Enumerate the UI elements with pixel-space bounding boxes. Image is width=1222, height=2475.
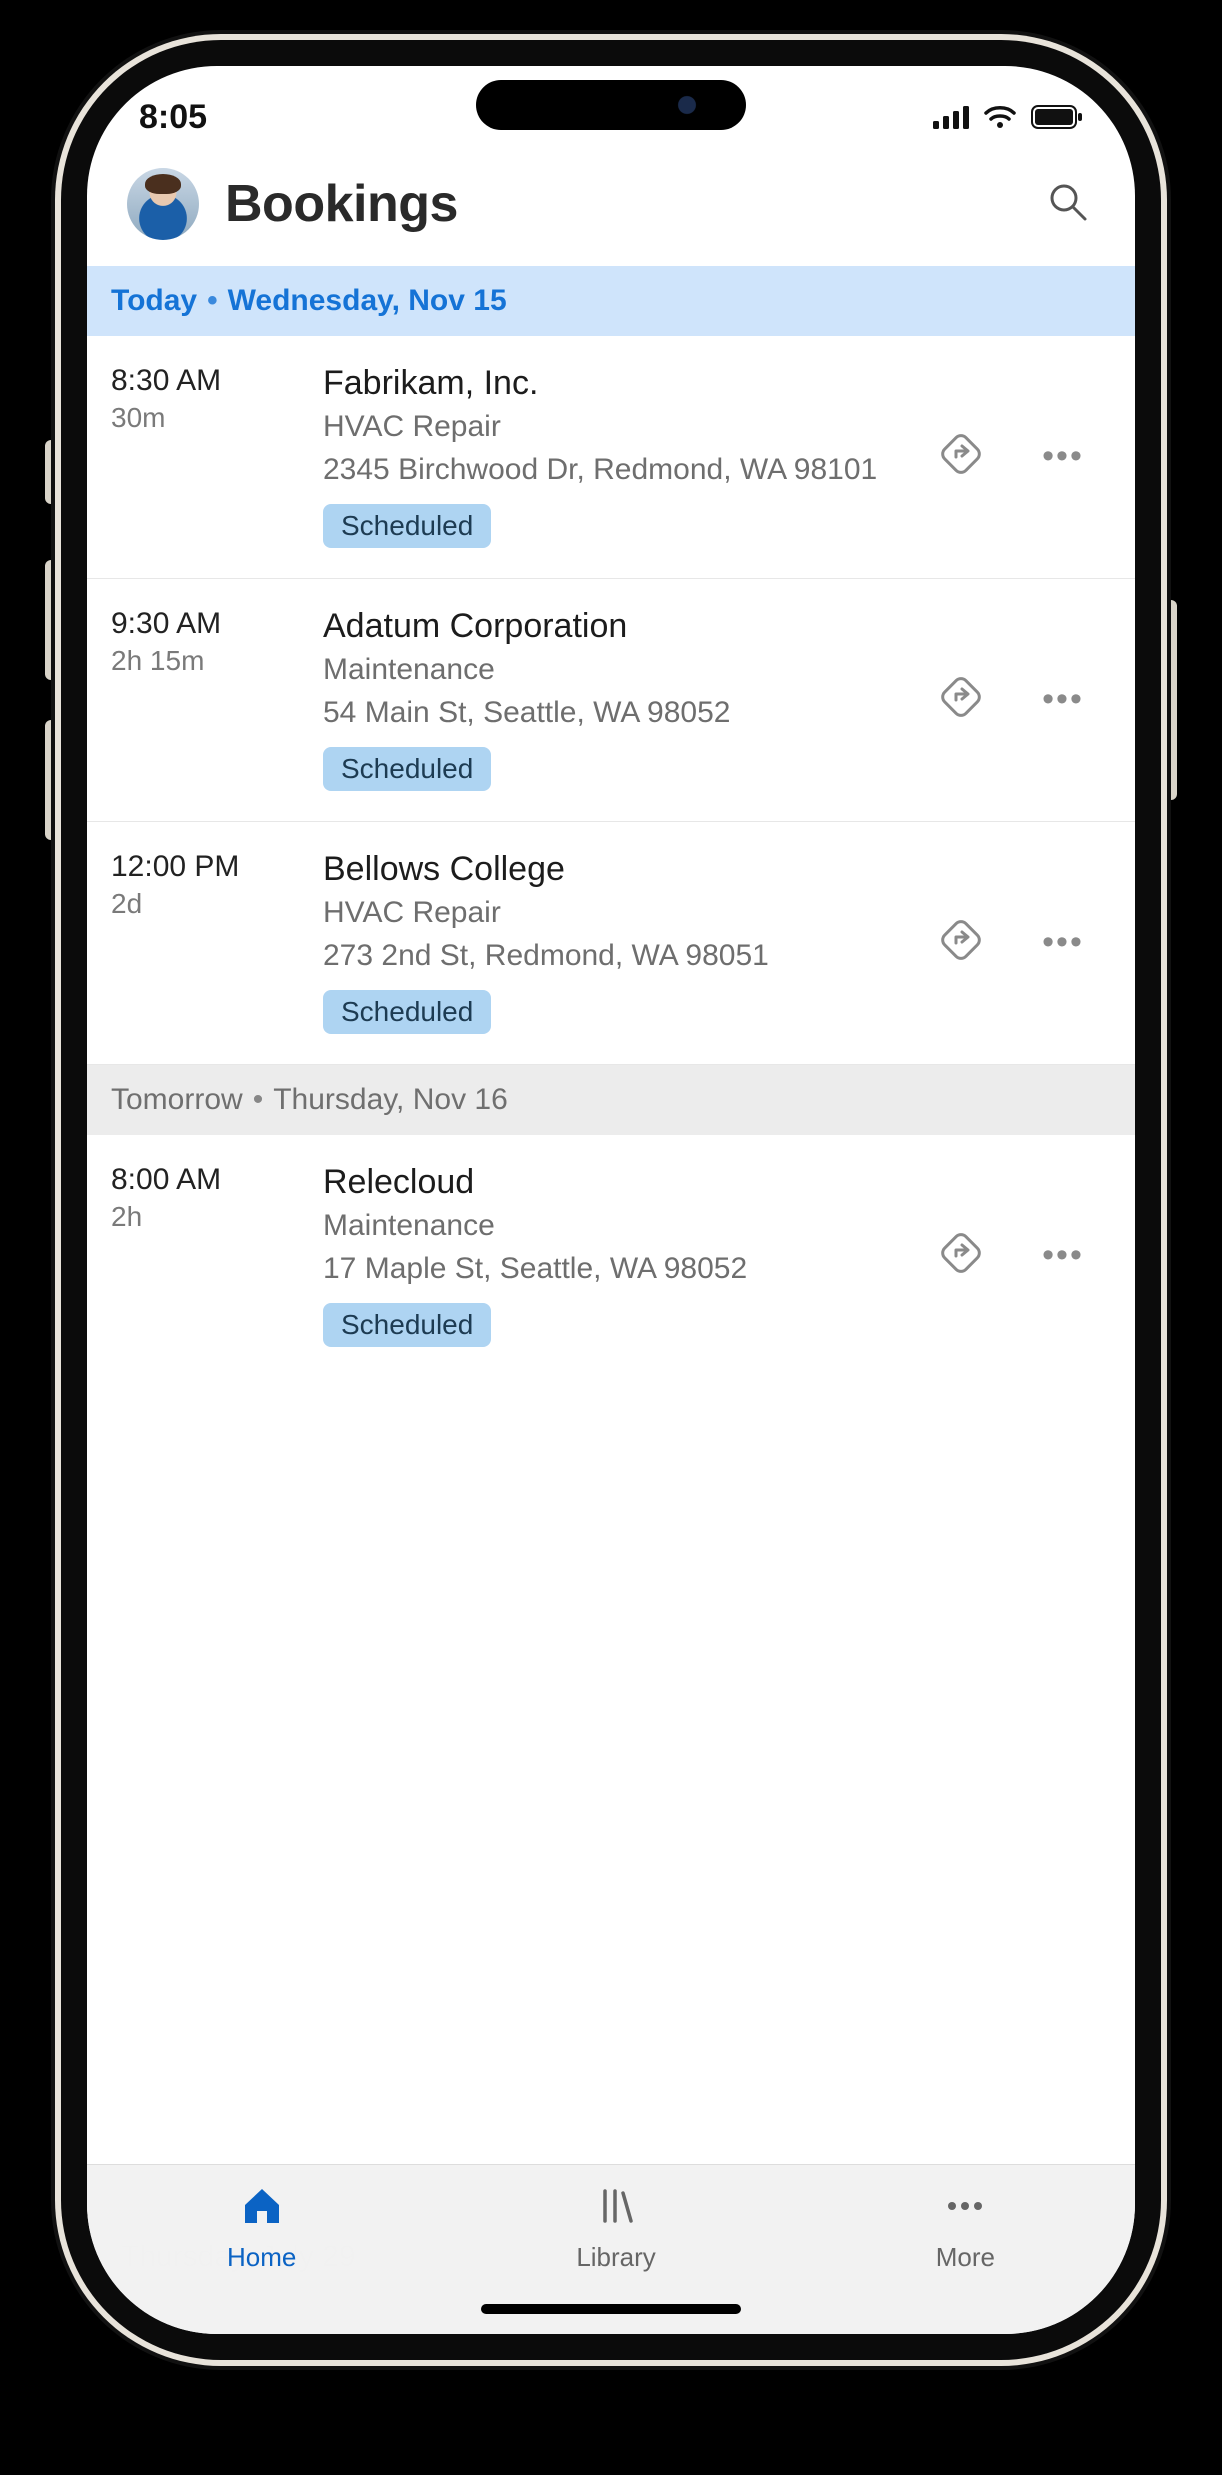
- separator-dot: •: [207, 284, 218, 318]
- page-title: Bookings: [225, 174, 458, 234]
- booking-time: 12:00 PM: [111, 850, 311, 884]
- tab-label: More: [936, 2242, 995, 2273]
- section-header-tomorrow: Tomorrow • Thursday, Nov 16: [87, 1065, 1135, 1135]
- tab-home[interactable]: Home: [227, 2183, 296, 2273]
- phone-power-button: [1163, 600, 1177, 800]
- booking-time: 9:30 AM: [111, 607, 311, 641]
- booking-time: 8:00 AM: [111, 1163, 311, 1197]
- directions-icon: [938, 1230, 984, 1281]
- booking-duration: 2d: [111, 888, 311, 920]
- tab-library[interactable]: Library: [576, 2183, 655, 2273]
- booking-row[interactable]: 9:30 AM 2h 15m Adatum Corporation Mainte…: [87, 579, 1135, 822]
- app-header: Bookings: [87, 146, 1135, 266]
- more-button[interactable]: •••: [1033, 912, 1093, 972]
- booking-address: 273 2nd St, Redmond, WA 98051: [323, 936, 919, 977]
- directions-icon: [938, 431, 984, 482]
- status-badge: Scheduled: [323, 1303, 491, 1347]
- booking-company: Bellows College: [323, 850, 919, 889]
- directions-button[interactable]: [931, 426, 991, 486]
- status-badge: Scheduled: [323, 990, 491, 1034]
- search-button[interactable]: [1041, 177, 1095, 231]
- tab-label: Library: [576, 2242, 655, 2273]
- booking-company: Relecloud: [323, 1163, 919, 1202]
- tab-label: Home: [227, 2242, 296, 2273]
- phone-notch: [476, 80, 746, 130]
- battery-icon: [1031, 105, 1083, 129]
- phone-volume-up: [45, 560, 59, 680]
- more-button[interactable]: •••: [1033, 669, 1093, 729]
- directions-icon: [938, 917, 984, 968]
- phone-volume-down: [45, 720, 59, 840]
- more-icon: •••: [1042, 437, 1084, 476]
- booking-row[interactable]: 8:30 AM 30m Fabrikam, Inc. HVAC Repair 2…: [87, 336, 1135, 579]
- directions-button[interactable]: [931, 669, 991, 729]
- section-date: Wednesday, Nov 15: [228, 284, 507, 318]
- section-label: Tomorrow: [111, 1083, 243, 1117]
- more-icon: •••: [1042, 923, 1084, 962]
- booking-duration: 2h 15m: [111, 645, 311, 677]
- more-icon: [942, 2183, 988, 2236]
- booking-row[interactable]: 8:00 AM 2h Relecloud Maintenance 17 Mapl…: [87, 1135, 1135, 1377]
- status-time: 8:05: [139, 98, 207, 137]
- section-header-today: Today • Wednesday, Nov 15: [87, 266, 1135, 336]
- phone-mute-switch: [45, 440, 59, 504]
- bookings-list[interactable]: Today • Wednesday, Nov 15 8:30 AM 30m Fa…: [87, 266, 1135, 2334]
- booking-row[interactable]: 12:00 PM 2d Bellows College HVAC Repair …: [87, 822, 1135, 1065]
- booking-service: Maintenance: [323, 650, 919, 691]
- wifi-icon: [983, 105, 1017, 129]
- search-icon: [1047, 181, 1089, 228]
- separator-dot: •: [253, 1083, 264, 1117]
- booking-service: Maintenance: [323, 1206, 919, 1247]
- booking-service: HVAC Repair: [323, 893, 919, 934]
- booking-address: 17 Maple St, Seattle, WA 98052: [323, 1249, 919, 1290]
- status-badge: Scheduled: [323, 747, 491, 791]
- directions-button[interactable]: [931, 912, 991, 972]
- status-badge: Scheduled: [323, 504, 491, 548]
- section-label: Today: [111, 284, 197, 318]
- directions-icon: [938, 674, 984, 725]
- home-icon: [239, 2183, 285, 2236]
- booking-duration: 2h: [111, 1201, 311, 1233]
- library-icon: [593, 2183, 639, 2236]
- booking-duration: 30m: [111, 402, 311, 434]
- more-icon: •••: [1042, 1236, 1084, 1275]
- booking-company: Fabrikam, Inc.: [323, 364, 919, 403]
- section-date: Thursday, Nov 16: [273, 1083, 508, 1117]
- booking-company: Adatum Corporation: [323, 607, 919, 646]
- screen: 8:05 Bookings: [87, 66, 1135, 2334]
- booking-address: 54 Main St, Seattle, WA 98052: [323, 693, 919, 734]
- status-icons: [933, 105, 1083, 129]
- directions-button[interactable]: [931, 1225, 991, 1285]
- more-button[interactable]: •••: [1033, 426, 1093, 486]
- phone-frame: 8:05 Bookings: [61, 40, 1161, 2360]
- booking-time: 8:30 AM: [111, 364, 311, 398]
- avatar[interactable]: [127, 168, 199, 240]
- booking-address: 2345 Birchwood Dr, Redmond, WA 98101: [323, 450, 919, 491]
- home-indicator[interactable]: [481, 2304, 741, 2314]
- tab-more[interactable]: More: [936, 2183, 995, 2273]
- cellular-icon: [933, 105, 969, 129]
- more-button[interactable]: •••: [1033, 1225, 1093, 1285]
- more-icon: •••: [1042, 680, 1084, 719]
- booking-service: HVAC Repair: [323, 407, 919, 448]
